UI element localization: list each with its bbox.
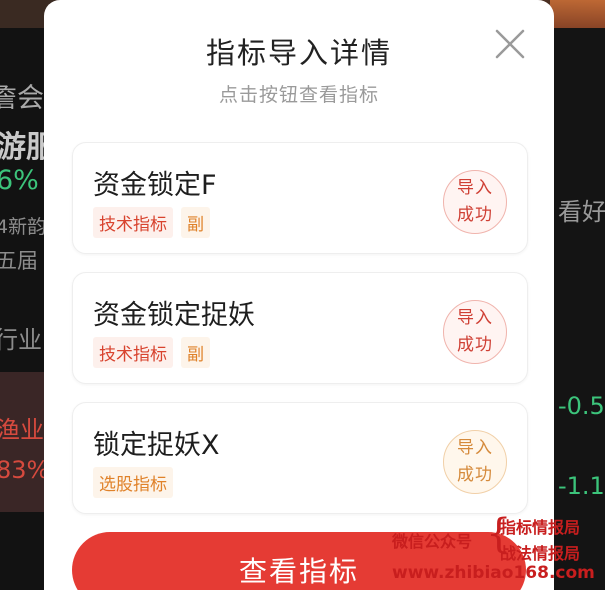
import-status-badge: 导入 成功 [443,170,507,234]
indicator-tags: 技术指标 副 [93,207,210,238]
indicator-name: 锁定捉妖X [93,430,220,461]
indicator-name: 资金锁定F [93,170,217,201]
background-text: 五届 [0,249,38,273]
status-text: 成功 [457,205,493,225]
watermark-label: 微信公众号 [392,532,473,551]
status-text: 导入 [457,438,493,458]
indicator-card[interactable]: 资金锁定捉妖 技术指标 副 导入 成功 [72,272,528,384]
background-text: 4新韵 [0,216,47,238]
watermark-line: 战法情报局 [500,544,581,563]
import-status-badge: 导入 成功 [443,300,507,364]
indicator-tags: 技术指标 副 [93,337,210,368]
dialog-title: 指标导入详情 [205,36,392,70]
watermark-url: www.zhibiao168.com [392,563,595,583]
tag-chart-position: 副 [181,337,210,368]
tag-chart-position: 副 [181,207,210,238]
tag-indicator-type: 技术指标 [93,337,173,368]
indicator-name: 资金锁定捉妖 [93,300,255,331]
import-status-badge: 导入 成功 [443,430,507,494]
status-text: 成功 [457,465,493,485]
background-text: 渔业 [0,416,44,444]
indicator-import-dialog: 指标导入详情 点击按钮查看指标 资金锁定F 技术指标 副 导入 成功 资金锁定捉… [44,0,554,590]
dialog-subtitle: 点击按钮查看指标 [218,84,379,106]
indicator-card[interactable]: 锁定捉妖X 选股指标 导入 成功 [72,402,528,514]
tag-indicator-type: 技术指标 [93,207,173,238]
status-text: 成功 [457,335,493,355]
indicator-card[interactable]: 资金锁定F 技术指标 副 导入 成功 [72,142,528,254]
watermark-line: 指标情报局 [500,518,581,537]
status-text: 导入 [457,308,493,328]
background-text: -1.1 [558,472,605,500]
background-text: 行业 [0,326,42,354]
indicator-tags: 选股指标 [93,467,173,498]
background-banner-accent [550,0,605,28]
status-text: 导入 [457,178,493,198]
close-icon[interactable] [492,26,528,62]
background-right-column [553,28,605,590]
tag-indicator-type: 选股指标 [93,467,173,498]
screen: 詹会计 游服 6% 4新韵 五届 行业 渔业 83% 看好 -0.56 -1.1… [0,0,605,590]
background-text: 83% [0,456,50,484]
background-text: -0.56 [558,392,605,420]
background-text: 看好 [558,198,605,226]
background-text: 6% [0,165,39,196]
